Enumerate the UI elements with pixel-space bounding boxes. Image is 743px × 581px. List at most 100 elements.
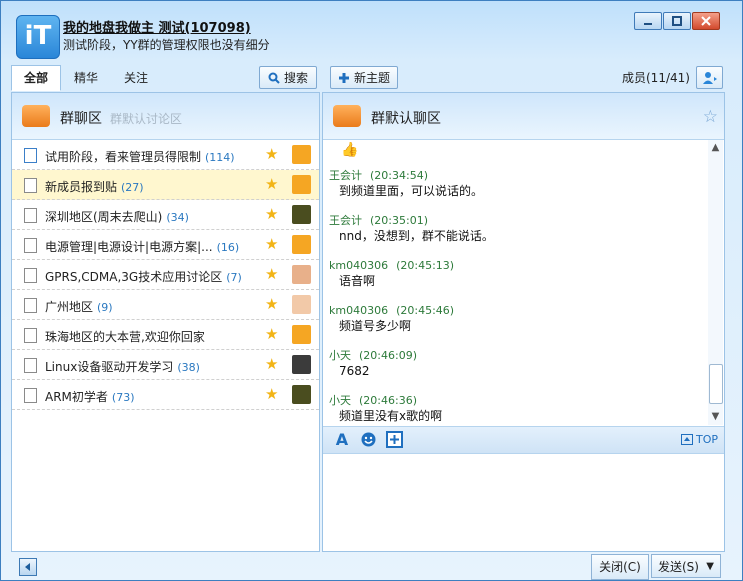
topic-title: ARM初学者 (73) — [45, 388, 135, 405]
favorite-star-icon[interactable]: ☆ — [703, 107, 718, 127]
search-button[interactable]: 搜索 — [259, 66, 317, 89]
chat-bubble-icon — [22, 105, 50, 127]
topic-reply-count: (34) — [166, 211, 189, 224]
document-icon — [24, 208, 37, 223]
topic-title: 试用阶段，看来管理员得限制 (114) — [45, 148, 235, 165]
document-icon — [24, 268, 37, 283]
star-icon[interactable]: ★ — [265, 177, 278, 192]
message-sender[interactable]: 王会计 — [329, 169, 362, 182]
topic-row[interactable]: Linux设备驱动开发学习 (38) ★ — [12, 350, 319, 380]
scroll-down-arrow-icon[interactable]: ▼ — [708, 409, 723, 425]
message-time: (20:45:46) — [396, 304, 455, 317]
message-sender[interactable]: 小天 — [329, 349, 351, 362]
topic-panel-header: 群聊区 群默认讨论区 — [12, 93, 319, 140]
minimize-icon — [644, 23, 652, 25]
message-history: 👍 王会计 (20:34:54) 到频道里面，可以说话的。 王会计 (20:35:01)… — [323, 140, 707, 425]
topic-title: 广州地区 (9) — [45, 298, 113, 315]
font-icon[interactable]: A — [333, 431, 351, 449]
message-input[interactable] — [323, 454, 724, 551]
plus-icon — [338, 72, 349, 83]
send-button[interactable]: 发送(S) ▼ — [651, 554, 721, 578]
tab-all[interactable]: 全部 — [11, 65, 62, 91]
avatar — [292, 295, 311, 314]
topic-row[interactable]: 试用阶段，看来管理员得限制 (114) ★ — [12, 140, 319, 170]
scroll-up-arrow-icon[interactable]: ▲ — [708, 140, 723, 156]
minimize-button[interactable] — [634, 12, 662, 30]
document-icon — [24, 328, 37, 343]
message-text: 到频道里面，可以说话的。 — [339, 184, 484, 198]
tab-featured[interactable]: 精华 — [61, 65, 111, 91]
topic-title: Linux设备驱动开发学习 (38) — [45, 358, 200, 375]
topic-name: 珠海地区的大本营,欢迎你回家 — [45, 330, 205, 344]
star-icon[interactable]: ★ — [265, 357, 278, 372]
group-title[interactable]: 我的地盘我做主 测试(107098) — [63, 17, 251, 36]
topic-reply-count: (16) — [216, 241, 240, 254]
star-icon[interactable]: ★ — [265, 207, 278, 222]
scroll-top-button[interactable]: TOP — [680, 433, 718, 446]
star-icon[interactable]: ★ — [265, 327, 278, 342]
avatar — [292, 175, 311, 194]
message-sender[interactable]: km040306 — [329, 259, 388, 272]
document-icon — [24, 238, 37, 253]
topic-reply-count: (9) — [97, 301, 113, 314]
topic-reply-count: (73) — [111, 391, 135, 404]
maximize-button[interactable] — [663, 12, 691, 30]
topic-title: 珠海地区的大本营,欢迎你回家 — [45, 328, 209, 345]
top-label: TOP — [695, 433, 718, 446]
message-sender[interactable]: km040306 — [329, 304, 388, 317]
message-sender[interactable]: 王会计 — [329, 214, 362, 227]
collapse-sidebar-button[interactable] — [19, 558, 37, 576]
topic-name: 广州地区 — [45, 300, 94, 314]
topic-title: 电源管理|电源设计|电源方案|... (16) — [45, 238, 239, 255]
topic-name: 深圳地区(周末去爬山) — [45, 210, 163, 224]
star-icon[interactable]: ★ — [265, 267, 278, 282]
topic-reply-count: (38) — [177, 361, 200, 374]
topic-row[interactable]: GPRS,CDMA,3G技术应用讨论区 (7) ★ — [12, 260, 319, 290]
avatar — [292, 205, 311, 224]
avatar — [292, 355, 311, 374]
topic-name: ARM初学者 — [45, 390, 108, 404]
scroll-thumb[interactable] — [709, 364, 723, 404]
star-icon[interactable]: ★ — [265, 147, 278, 162]
topic-row[interactable]: 新成员报到贴 (27) ★ — [12, 170, 319, 200]
members-count: 成员(11/41) — [622, 71, 690, 85]
topic-list: 试用阶段，看来管理员得限制 (114) ★ 新成员报到贴 (27) ★ 深圳地区(周末去爬山… — [12, 140, 319, 410]
avatar — [292, 325, 311, 344]
message-header: 王会计 (20:35:01) — [323, 213, 707, 228]
chat-panel-header: 群默认聊区 ☆ — [323, 93, 724, 140]
topic-row[interactable]: 广州地区 (9) ★ — [12, 290, 319, 320]
close-window-button[interactable] — [692, 12, 720, 30]
topic-name: 电源管理|电源设计|电源方案|... — [45, 240, 213, 254]
send-label: 发送(S) — [658, 560, 699, 574]
topic-panel-subtitle: 群默认讨论区 — [110, 112, 183, 126]
group-announcement: 测试阶段，YY群的管理权限也没有细分 — [63, 38, 270, 52]
chat-panel: 群默认聊区 ☆ 👍 王会计 (20:34:54) 到频道里面，可以说话的。 王会计 (2… — [322, 92, 725, 552]
top-icon — [680, 434, 693, 445]
topic-row[interactable]: 深圳地区(周末去爬山) (34) ★ — [12, 200, 319, 230]
topic-title: GPRS,CDMA,3G技术应用讨论区 (7) — [45, 268, 242, 285]
topic-reply-count: (7) — [226, 271, 242, 284]
close-button[interactable]: 关闭(C) — [591, 554, 649, 580]
star-icon[interactable]: ★ — [265, 297, 278, 312]
message-header: 小天 (20:46:36) — [323, 393, 707, 408]
emoticon-icon[interactable] — [359, 431, 377, 449]
topic-row[interactable]: 电源管理|电源设计|电源方案|... (16) ★ — [12, 230, 319, 260]
message-text: 频道里没有x歌的啊 — [339, 409, 443, 423]
chevron-down-icon[interactable]: ▼ — [706, 555, 714, 579]
topic-title: 新成员报到贴 (27) — [45, 178, 144, 195]
topic-row[interactable]: 珠海地区的大本营,欢迎你回家 ★ — [12, 320, 319, 350]
topic-row[interactable]: ARM初学者 (73) ★ — [12, 380, 319, 410]
document-icon — [24, 298, 37, 313]
star-icon[interactable]: ★ — [265, 237, 278, 252]
document-icon — [24, 148, 37, 163]
screenshot-icon[interactable] — [385, 431, 403, 449]
new-topic-button[interactable]: 新主题 — [330, 66, 398, 89]
star-icon[interactable]: ★ — [265, 387, 278, 402]
members-button[interactable] — [696, 66, 723, 89]
chat-scrollbar[interactable]: ▲ ▼ — [708, 140, 723, 425]
message-sender[interactable]: 小天 — [329, 394, 351, 407]
tab-following[interactable]: 关注 — [111, 65, 161, 91]
avatar — [292, 265, 311, 284]
chat-window: iT 我的地盘我做主 测试(107098) 测试阶段，YY群的管理权限也没有细分… — [0, 0, 743, 581]
close-icon — [701, 16, 711, 26]
